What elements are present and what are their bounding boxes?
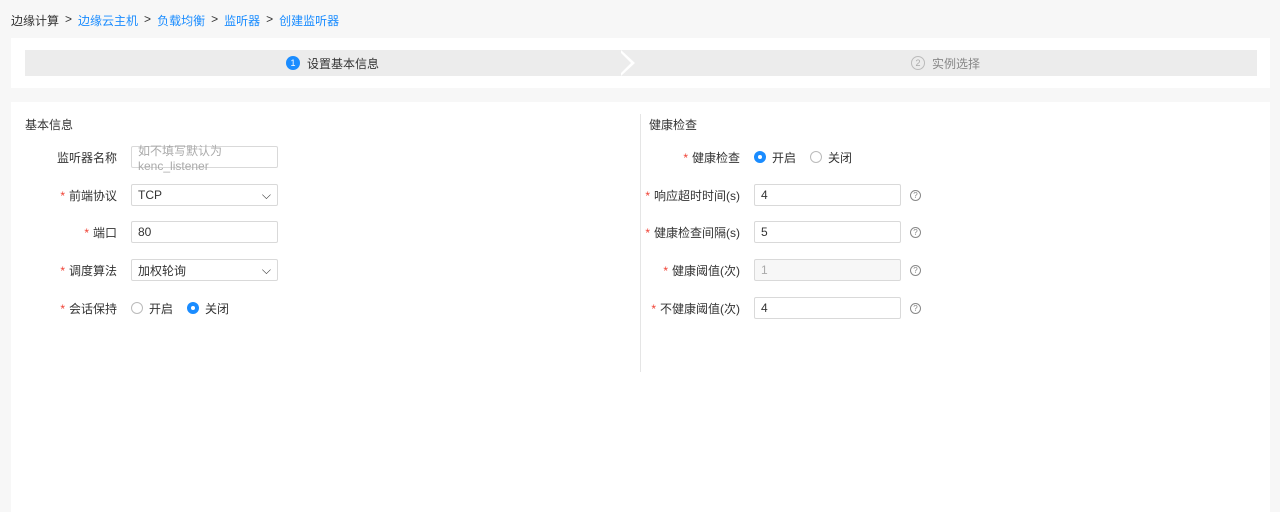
- interval-input[interactable]: 5: [754, 221, 901, 243]
- steps-bar: 1 设置基本信息 2 实例选择: [25, 50, 1257, 76]
- chevron-down-icon: ⌵: [261, 262, 271, 277]
- steps-card: 1 设置基本信息 2 实例选择: [11, 38, 1270, 88]
- timeout-label: 响应超时时间(s): [654, 188, 740, 203]
- health-check-label: 健康检查: [691, 150, 740, 165]
- help-icon[interactable]: ?: [910, 264, 921, 276]
- timeout-input[interactable]: 4: [754, 184, 901, 206]
- step-1: 1 设置基本信息: [286, 50, 379, 76]
- port-label: 端口: [92, 225, 117, 240]
- form-card: 基本信息 健康检查 监听器名称 如不填写默认为kenc_listener * 前端…: [11, 102, 1270, 512]
- basic-info-title: 基本信息: [25, 118, 74, 132]
- breadcrumb-listener[interactable]: 监听器: [224, 12, 260, 29]
- protocol-select[interactable]: TCP ⌵: [131, 184, 278, 206]
- healthy-threshold-input: 1: [754, 259, 901, 281]
- breadcrumb-load-balancer[interactable]: 负载均衡: [157, 12, 205, 29]
- unhealthy-threshold-label: 不健康阈值(次): [660, 301, 740, 316]
- healthy-threshold-label: 健康阈值(次): [672, 263, 740, 278]
- port-input[interactable]: 80: [131, 221, 278, 243]
- interval-label: 健康检查间隔(s): [654, 225, 740, 240]
- step-2: 2 实例选择: [911, 50, 980, 76]
- session-off-radio[interactable]: 关闭: [187, 300, 229, 317]
- health-off-radio[interactable]: 关闭: [810, 149, 852, 166]
- session-label: 会话保持: [68, 301, 117, 316]
- unhealthy-threshold-input[interactable]: 4: [754, 297, 901, 319]
- breadcrumb-create-listener[interactable]: 创建监听器: [279, 12, 339, 29]
- help-icon[interactable]: ?: [910, 302, 921, 314]
- step-2-label: 实例选择: [932, 56, 981, 71]
- health-on-radio[interactable]: 开启: [754, 149, 796, 166]
- protocol-label: 前端协议: [68, 188, 117, 203]
- health-check-title: 健康检查: [649, 118, 698, 132]
- help-icon[interactable]: ?: [910, 226, 921, 238]
- algorithm-select[interactable]: 加权轮询 ⌵: [131, 259, 278, 281]
- algorithm-label: 调度算法: [68, 263, 117, 278]
- breadcrumb: 边缘计算 > 边缘云主机 > 负载均衡 > 监听器 > 创建监听器: [11, 12, 340, 29]
- chevron-down-icon: ⌵: [261, 187, 271, 202]
- session-on-radio[interactable]: 开启: [131, 300, 173, 317]
- breadcrumb-edge-host[interactable]: 边缘云主机: [78, 12, 138, 29]
- help-icon[interactable]: ?: [910, 189, 921, 201]
- listener-name-input[interactable]: 如不填写默认为kenc_listener: [131, 144, 278, 173]
- breadcrumb-edge-computing: 边缘计算: [11, 14, 60, 28]
- listener-name-label: 监听器名称: [56, 150, 117, 165]
- step-2-number: 2: [911, 56, 925, 70]
- step-1-label: 设置基本信息: [307, 56, 380, 71]
- step-1-number: 1: [286, 56, 300, 70]
